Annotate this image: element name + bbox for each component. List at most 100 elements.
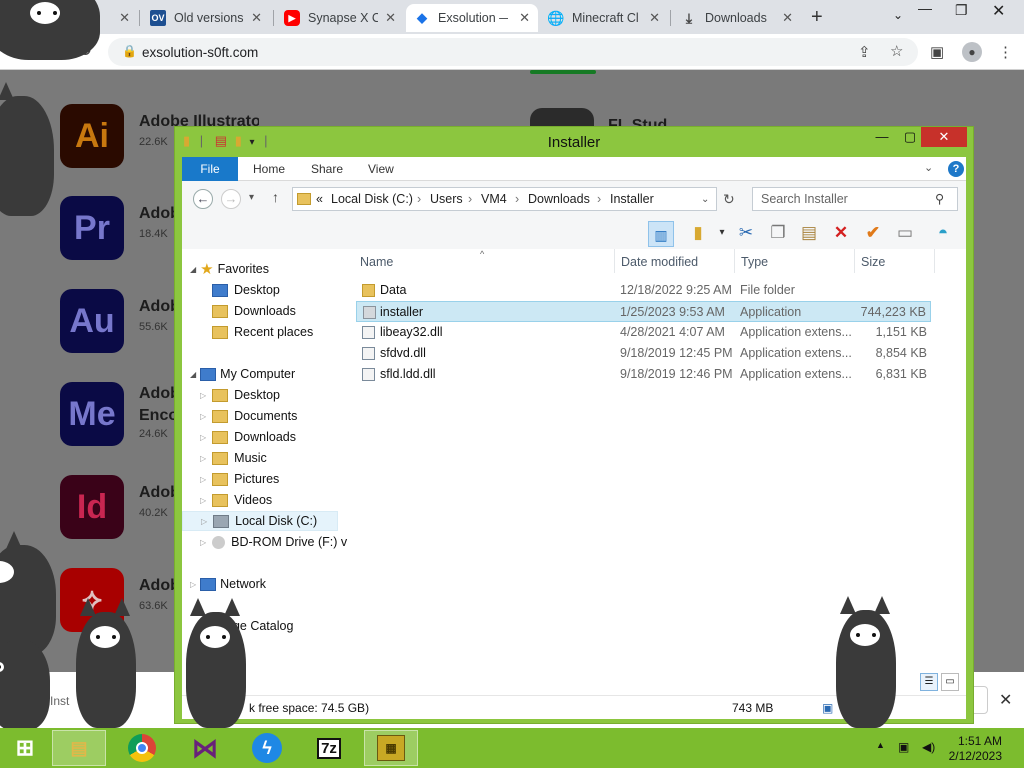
nav-pictures[interactable]: ▷ Pictures bbox=[200, 469, 279, 489]
preview-pane-icon[interactable]: ▥ bbox=[648, 221, 674, 247]
lock-icon[interactable]: 🔒 bbox=[122, 44, 137, 58]
installer-app-icon[interactable]: ▦ bbox=[364, 730, 418, 766]
nav-videos[interactable]: ▷ Videos bbox=[200, 490, 272, 510]
breadcrumb-separator-icon[interactable]: › bbox=[515, 192, 519, 206]
show-hidden-icons-icon[interactable]: ▲ bbox=[876, 740, 885, 750]
file-row-installer[interactable]: installer 1/25/2023 9:53 AM Application … bbox=[356, 301, 931, 322]
side-panel-icon[interactable]: ▣ bbox=[930, 43, 944, 61]
omnibox[interactable]: 🔒 exsolution-s0ft.com ⇪ ☆ bbox=[108, 38, 918, 66]
nav-desktop[interactable]: ▷ Desktop bbox=[200, 385, 280, 405]
refresh-icon[interactable]: ↻ bbox=[723, 191, 735, 208]
nav-fav-downloads[interactable]: Downloads bbox=[212, 301, 296, 321]
explorer-title-bar[interactable]: ▮ | ▤ ▮ ▾ | Installer — ▢ ✕ bbox=[175, 127, 973, 157]
file-explorer-icon[interactable]: ▤ bbox=[52, 730, 106, 766]
nav-local-disk[interactable]: ▷ Local Disk (C:) bbox=[182, 511, 338, 531]
nav-music[interactable]: ▷ Music bbox=[200, 448, 267, 468]
expand-ribbon-chevron-icon[interactable]: ⌄ bbox=[924, 161, 933, 174]
profile-avatar-icon[interactable]: ● bbox=[962, 42, 982, 62]
collapse-arrow-icon[interactable]: ◢ bbox=[190, 370, 196, 379]
close-icon[interactable]: ✕ bbox=[921, 127, 967, 147]
breadcrumb-downloads[interactable]: Downloads bbox=[528, 192, 590, 206]
menu-kebab-icon[interactable]: ⋮ bbox=[998, 43, 1013, 61]
breadcrumb-local-disk[interactable]: Local Disk (C:) bbox=[331, 192, 413, 206]
network-tray-icon[interactable]: ▣ bbox=[898, 740, 909, 754]
maximize-icon[interactable]: ❐ bbox=[955, 2, 968, 19]
collapse-arrow-icon[interactable]: ◢ bbox=[190, 265, 196, 274]
nav-downloads[interactable]: ▷ Downloads bbox=[200, 427, 296, 447]
tab-view[interactable]: View bbox=[368, 162, 394, 176]
expand-arrow-icon[interactable]: ▷ bbox=[200, 496, 206, 505]
file-row-sfld[interactable]: sfld.ldd.dll 9/18/2019 12:46 PM Applicat… bbox=[356, 364, 931, 385]
cut-scissors-icon[interactable]: ✂ bbox=[733, 220, 759, 246]
tab-file[interactable]: File bbox=[182, 157, 238, 181]
browser-tab-old-versions[interactable]: OV Old versions ✕ bbox=[142, 4, 270, 32]
close-tab-icon[interactable]: ✕ bbox=[782, 10, 793, 26]
expand-arrow-icon[interactable]: ▷ bbox=[200, 475, 206, 484]
start-windows-icon[interactable]: ⊞ bbox=[0, 730, 50, 766]
expand-arrow-icon[interactable]: ▷ bbox=[190, 580, 196, 589]
breadcrumb[interactable]: « Local Disk (C:) › Users › VM4 › Downlo… bbox=[292, 187, 717, 211]
search-icon[interactable]: ⚲ bbox=[935, 191, 944, 206]
file-row-sfdvd[interactable]: sfdvd.dll 9/18/2019 12:45 PM Application… bbox=[356, 343, 931, 364]
breadcrumb-installer[interactable]: Installer bbox=[610, 192, 654, 206]
download-item-label[interactable]: Inst bbox=[50, 694, 69, 708]
column-header-size[interactable]: Size bbox=[861, 255, 885, 269]
nav-fav-recent[interactable]: Recent places bbox=[212, 322, 313, 342]
close-tab-icon[interactable]: ✕ bbox=[519, 10, 530, 26]
close-tab-icon[interactable]: ✕ bbox=[119, 10, 130, 26]
shell-icon[interactable]: ◓ bbox=[930, 220, 956, 246]
breadcrumb-users[interactable]: Users bbox=[430, 192, 463, 206]
nav-bd-rom[interactable]: ▷ BD-ROM Drive (F:) v bbox=[200, 532, 347, 552]
column-header-date[interactable]: Date modified bbox=[621, 255, 698, 269]
share-icon[interactable]: ⇪ bbox=[858, 43, 871, 61]
lightning-app-icon[interactable]: ϟ bbox=[240, 730, 294, 766]
browser-tab-exsolution[interactable]: ◆ Exsolution — ✕ bbox=[406, 4, 538, 32]
new-tab-plus-icon[interactable]: + bbox=[811, 6, 823, 29]
nav-my-computer[interactable]: ◢ My Computer bbox=[190, 364, 295, 384]
copy-icon[interactable]: ❐ bbox=[765, 220, 791, 246]
nav-favorites[interactable]: ◢ ★ Favorites bbox=[190, 259, 269, 279]
browser-tab-synapse[interactable]: ▶ Synapse X C ✕ bbox=[276, 4, 404, 32]
paste-clipboard-icon[interactable]: ▤ bbox=[796, 220, 822, 246]
folder-checklist-icon[interactable]: ▮ bbox=[685, 220, 711, 246]
details-view-icon[interactable]: ☰ bbox=[920, 673, 938, 691]
expand-arrow-icon[interactable]: ▷ bbox=[200, 433, 206, 442]
tab-share[interactable]: Share bbox=[311, 162, 343, 176]
column-header-name[interactable]: Name bbox=[360, 255, 393, 269]
tab-home[interactable]: Home bbox=[253, 162, 285, 176]
bookmark-star-icon[interactable]: ☆ bbox=[890, 42, 903, 60]
expand-arrow-icon[interactable]: ▷ bbox=[200, 412, 206, 421]
up-arrow-icon[interactable]: ↑ bbox=[272, 189, 279, 205]
close-tab-icon[interactable]: ✕ bbox=[251, 10, 262, 26]
breadcrumb-separator-icon[interactable]: › bbox=[597, 192, 601, 206]
close-tab-icon[interactable]: ✕ bbox=[649, 10, 660, 26]
expand-arrow-icon[interactable]: ▷ bbox=[200, 391, 206, 400]
expand-arrow-icon[interactable]: ▷ bbox=[200, 454, 206, 463]
close-download-bar-icon[interactable]: ✕ bbox=[999, 690, 1012, 710]
7zip-icon[interactable]: 7z bbox=[302, 730, 356, 766]
tab-search-chevron-icon[interactable]: ⌄ bbox=[893, 8, 903, 22]
delete-icon[interactable]: ✕ bbox=[828, 220, 854, 246]
visual-studio-icon[interactable]: ⋈ bbox=[178, 730, 232, 766]
dropdown-chevron-icon[interactable]: ▾ bbox=[709, 220, 735, 246]
back-arrow-icon[interactable]: ← bbox=[193, 189, 213, 209]
expand-arrow-icon[interactable]: ▷ bbox=[200, 538, 206, 547]
expand-arrow-icon[interactable]: ▷ bbox=[201, 517, 207, 526]
volume-icon[interactable]: ◀) bbox=[922, 740, 935, 754]
close-tab-icon[interactable]: ✕ bbox=[385, 10, 396, 26]
breadcrumb-separator-icon[interactable]: › bbox=[468, 192, 472, 206]
address-dropdown-icon[interactable]: ⌄ bbox=[701, 194, 709, 205]
browser-tab-minecraft[interactable]: 🌐 Minecraft Cl ✕ bbox=[540, 4, 668, 32]
breadcrumb-overflow[interactable]: « bbox=[316, 192, 323, 206]
nav-network[interactable]: ▷ Network bbox=[190, 574, 266, 594]
breadcrumb-separator-icon[interactable]: › bbox=[417, 192, 421, 206]
browser-tab-downloads[interactable]: ⤓ Downloads ✕ bbox=[673, 4, 801, 32]
search-input[interactable]: Search Installer ⚲ bbox=[752, 187, 958, 211]
large-icons-view-icon[interactable]: ▭ bbox=[941, 673, 959, 691]
close-window-icon[interactable]: ✕ bbox=[992, 1, 1005, 21]
file-row-libeay32[interactable]: libeay32.dll 4/28/2021 4:07 AM Applicati… bbox=[356, 322, 931, 343]
nav-documents[interactable]: ▷ Documents bbox=[200, 406, 297, 426]
nav-fav-desktop[interactable]: Desktop bbox=[212, 280, 280, 300]
breadcrumb-vm4[interactable]: VM4 bbox=[481, 192, 507, 206]
clock[interactable]: 1:51 AM 2/12/2023 bbox=[949, 734, 1002, 764]
